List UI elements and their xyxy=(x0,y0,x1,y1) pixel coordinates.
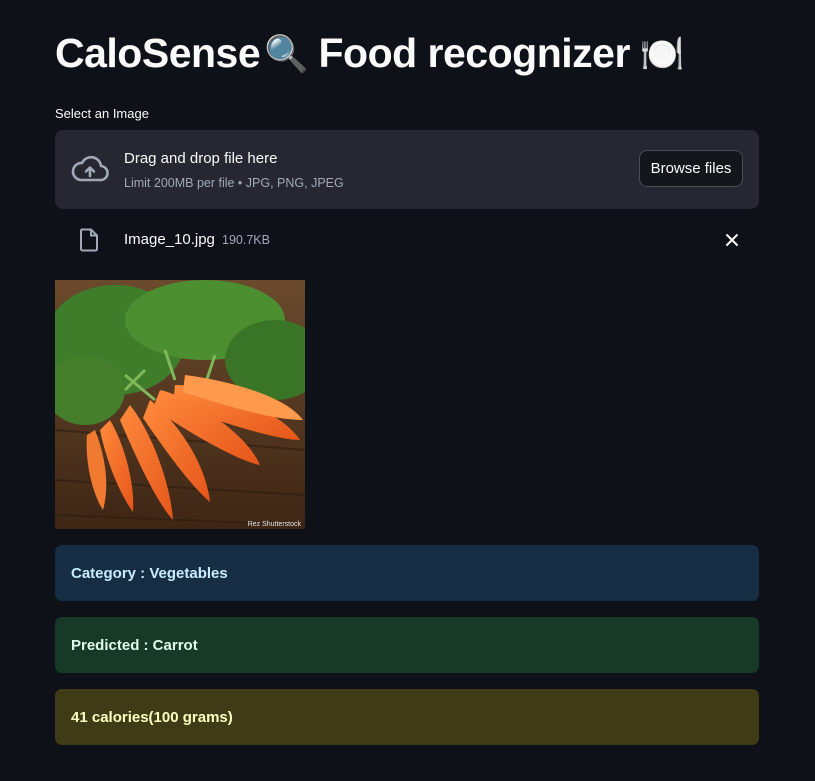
plate-cutlery-emoji-icon: 🍽️ xyxy=(639,33,685,75)
file-size: 190.7KB xyxy=(222,233,270,247)
uploaded-file-row: Image_10.jpg 190.7KB xyxy=(55,222,759,258)
title-rest: Food recognizer xyxy=(318,30,630,76)
prediction-alert: Predicted : Carrot xyxy=(55,617,759,673)
app-name: CaloSense xyxy=(55,30,261,76)
calories-alert: 41 calories(100 grams) xyxy=(55,689,759,745)
file-name: Image_10.jpg xyxy=(124,231,215,248)
page-title: CaloSense 🔍 Food recognizer 🍽️ xyxy=(55,30,685,77)
uploaded-food-image: Rez Shutterstock xyxy=(55,280,305,529)
cloud-upload-icon xyxy=(71,154,109,189)
image-watermark: Rez Shutterstock xyxy=(248,521,302,528)
file-icon xyxy=(79,228,99,257)
dropzone-limit: Limit 200MB per file • JPG, PNG, JPEG xyxy=(124,176,344,190)
browse-files-button[interactable]: Browse files xyxy=(639,150,743,187)
dropzone-instruction: Drag and drop file here xyxy=(124,150,278,167)
uploader-label: Select an Image xyxy=(55,106,149,121)
category-alert: Category : Vegetables xyxy=(55,545,759,601)
magnifier-emoji-icon: 🔍 xyxy=(264,33,309,75)
close-icon[interactable] xyxy=(725,233,739,252)
file-dropzone[interactable]: Drag and drop file here Limit 200MB per … xyxy=(55,130,759,209)
